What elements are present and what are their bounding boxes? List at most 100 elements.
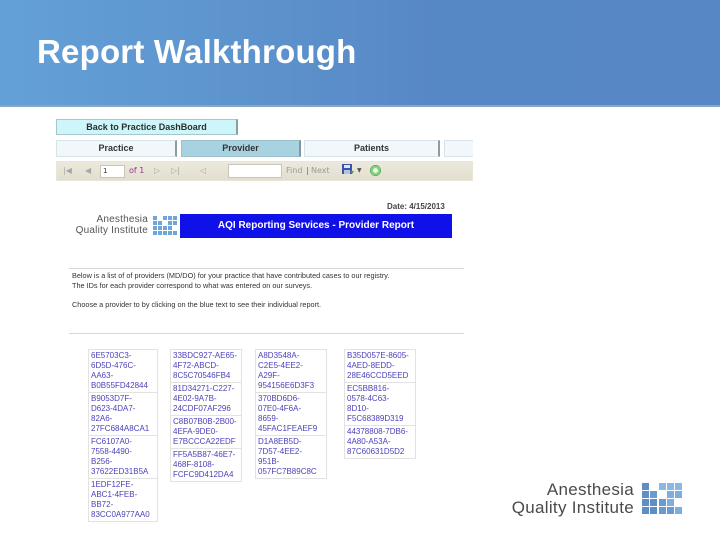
- provider-id-link[interactable]: 0578-4C63-: [347, 394, 389, 403]
- provider-id-link[interactable]: B0B55FD42844: [91, 381, 148, 390]
- logo-line-1: Anesthesia: [96, 214, 148, 225]
- provider-id-link[interactable]: C8B07B0B-2B00-: [173, 417, 237, 426]
- previous-page-icon[interactable]: ◀: [85, 166, 91, 176]
- provider-id-link[interactable]: 4A80-A53A-: [347, 437, 391, 446]
- provider-id-link[interactable]: 4AED-8EDD-: [347, 361, 395, 370]
- table-row: 33BDC927-AE65- 4F72-ABCD- 8C5C70546FB4: [170, 349, 242, 383]
- table-row: 44378808-7DB6- 4A80-A53A- 87C60631D5D2: [344, 425, 416, 459]
- find-next-link[interactable]: Next: [311, 166, 330, 176]
- divider: [69, 268, 464, 269]
- tab-provider[interactable]: Provider: [181, 140, 301, 157]
- page-count-label: of 1: [129, 166, 145, 175]
- provider-id-link[interactable]: 468F-8108-: [173, 460, 214, 469]
- provider-id-link[interactable]: 83CC0A977AA0: [91, 510, 150, 519]
- tab-patients[interactable]: Patients: [304, 140, 440, 157]
- provider-id-link[interactable]: 33BDC927-AE65-: [173, 351, 237, 360]
- refresh-icon[interactable]: [370, 165, 381, 176]
- provider-id-link[interactable]: EC5BB816-: [347, 384, 389, 393]
- provider-id-link[interactable]: 6D5D-476C-: [91, 361, 136, 370]
- provider-cell: FF5A5B87-46E7- 468F-8108- FCFC9D412DA4: [170, 448, 242, 482]
- provider-id-link[interactable]: A29F-: [258, 371, 280, 380]
- provider-id-link[interactable]: 8D10-: [347, 404, 369, 413]
- provider-id-link[interactable]: A8D3548A-: [258, 351, 299, 360]
- provider-id-link[interactable]: B35D057E-8605-: [347, 351, 409, 360]
- intro-line-2: The IDs for each provider correspond to …: [72, 280, 313, 290]
- next-page-icon[interactable]: ▷: [154, 166, 160, 176]
- provider-id-link[interactable]: ABC1-4FEB-: [91, 490, 137, 499]
- provider-id-link[interactable]: B256-: [91, 457, 112, 466]
- table-row: FF5A5B87-46E7- 468F-8108- FCFC9D412DA4: [170, 448, 242, 482]
- provider-cell: 33BDC927-AE65- 4F72-ABCD- 8C5C70546FB4: [170, 349, 242, 383]
- provider-id-link[interactable]: 4E02-9A7B-: [173, 394, 217, 403]
- provider-id-link[interactable]: FC6107A0-: [91, 437, 132, 446]
- provider-id-link[interactable]: D623-4DA7-: [91, 404, 135, 413]
- provider-id-link[interactable]: B9053D7F-: [91, 394, 132, 403]
- table-row: D1A8EB5D- 7D57-4EE2- 951B- 057FC7B89C8C: [255, 435, 327, 479]
- provider-id-link[interactable]: 954156E6D3F3: [258, 381, 314, 390]
- tab-more[interactable]: [444, 140, 473, 157]
- provider-id-link[interactable]: 81D34271-C227-: [173, 384, 234, 393]
- provider-cell: 370BD6D6- 07E0-4F6A- 8659- 45FAC1FEAEF9: [255, 392, 327, 436]
- provider-cell: FC6107A0- 7558-4490- B256- 37622ED31B5A: [88, 435, 158, 479]
- back-to-dashboard-button[interactable]: Back to Practice DashBoard: [56, 119, 238, 135]
- provider-id-link[interactable]: 28E46CCD5EED: [347, 371, 408, 380]
- provider-column-4: B35D057E-8605- 4AED-8EDD- 28E46CCD5EED EC5B…: [344, 349, 416, 459]
- tab-practice[interactable]: Practice: [56, 140, 177, 157]
- report-banner: AQI Reporting Services - Provider Report: [180, 214, 452, 238]
- page-number-input[interactable]: 1: [100, 165, 125, 178]
- provider-id-link[interactable]: 8C5C70546FB4: [173, 371, 230, 380]
- find-link[interactable]: Find: [286, 166, 302, 176]
- provider-id-link[interactable]: 82A6-: [91, 414, 112, 423]
- table-row: FC6107A0- 7558-4490- B256- 37622ED31B5A: [88, 435, 158, 479]
- provider-column-3: A8D3548A- C2E5-4EE2- A29F- 954156E6D3F3 370B…: [255, 349, 327, 479]
- intro-line-3: Choose a provider to by clicking on the …: [72, 300, 322, 309]
- provider-id-link[interactable]: E7BCCCA22EDF: [173, 437, 236, 446]
- provider-cell: 44378808-7DB6- 4A80-A53A- 87C60631D5D2: [344, 425, 416, 459]
- provider-id-link[interactable]: 4F72-ABCD-: [173, 361, 219, 370]
- logo-grid-icon: [153, 216, 177, 235]
- aqi-logo-footer: Anesthesia Quality Institute: [500, 480, 690, 520]
- provider-id-link[interactable]: 951B-: [258, 457, 279, 466]
- save-export-icon[interactable]: [342, 164, 354, 175]
- provider-cell: EC5BB816- 0578-4C63- 8D10- F5C68389D319: [344, 382, 416, 426]
- provider-id-link[interactable]: 27FC684A8CA1: [91, 424, 149, 433]
- provider-id-link[interactable]: 45FAC1FEAEF9: [258, 424, 317, 433]
- provider-id-link[interactable]: 24CDF07AF296: [173, 404, 231, 413]
- provider-cell: B35D057E-8605- 4AED-8EDD- 28E46CCD5EED: [344, 349, 416, 383]
- provider-id-link[interactable]: FCFC9D412DA4: [173, 470, 233, 479]
- provider-id-link[interactable]: 057FC7B89C8C: [258, 467, 317, 476]
- provider-id-link[interactable]: BB72-: [91, 500, 113, 509]
- back-to-parent-icon[interactable]: ◁: [200, 166, 206, 176]
- provider-id-link[interactable]: 87C60631D5D2: [347, 447, 404, 456]
- provider-id-link[interactable]: 8659-: [258, 414, 278, 423]
- report-toolbar: |◀ ◀ 1 of 1 ▷ ▷| ◁ Find | Next ▼: [56, 161, 473, 181]
- provider-id-link[interactable]: 7558-4490-: [91, 447, 132, 456]
- last-page-icon[interactable]: ▷|: [171, 166, 180, 176]
- provider-id-link[interactable]: 6E5703C3-: [91, 351, 131, 360]
- provider-id-link[interactable]: 370BD6D6-: [258, 394, 300, 403]
- footer-logo-line-1: Anesthesia: [546, 480, 634, 499]
- provider-id-link[interactable]: 44378808-7DB6-: [347, 427, 408, 436]
- provider-id-link[interactable]: FF5A5B87-46E7-: [173, 450, 235, 459]
- slide-header: Report Walkthrough: [0, 0, 720, 107]
- export-dropdown-icon[interactable]: ▼: [357, 166, 362, 176]
- first-page-icon[interactable]: |◀: [63, 166, 72, 176]
- provider-cell: 1EDF12FE- ABC1-4FEB- BB72- 83CC0A977AA0: [88, 478, 158, 522]
- provider-cell: C8B07B0B-2B00- 4EFA-9DE0- E7BCCCA22EDF: [170, 415, 242, 449]
- provider-id-link[interactable]: F5C68389D319: [347, 414, 403, 423]
- aqi-logo-small: Anesthesia Quality Institute: [69, 214, 179, 238]
- slide-title: Report Walkthrough: [37, 33, 357, 70]
- provider-id-link[interactable]: C2E5-4EE2-: [258, 361, 303, 370]
- logo-line-2: Quality Institute: [75, 225, 148, 236]
- provider-id-link[interactable]: D1A8EB5D-: [258, 437, 302, 446]
- report-tabs: Practice Provider Patients: [56, 140, 473, 157]
- provider-id-link[interactable]: 4EFA-9DE0-: [173, 427, 218, 436]
- table-row: 370BD6D6- 07E0-4F6A- 8659- 45FAC1FEAEF9: [255, 392, 327, 436]
- provider-cell: 81D34271-C227- 4E02-9A7B- 24CDF07AF296: [170, 382, 242, 416]
- provider-id-link[interactable]: 7D57-4EE2-: [258, 447, 302, 456]
- provider-id-link[interactable]: AA63-: [91, 371, 113, 380]
- provider-id-link[interactable]: 07E0-4F6A-: [258, 404, 301, 413]
- provider-id-link[interactable]: 37622ED31B5A: [91, 467, 148, 476]
- find-input[interactable]: [228, 164, 282, 178]
- provider-id-link[interactable]: 1EDF12FE-: [91, 480, 133, 489]
